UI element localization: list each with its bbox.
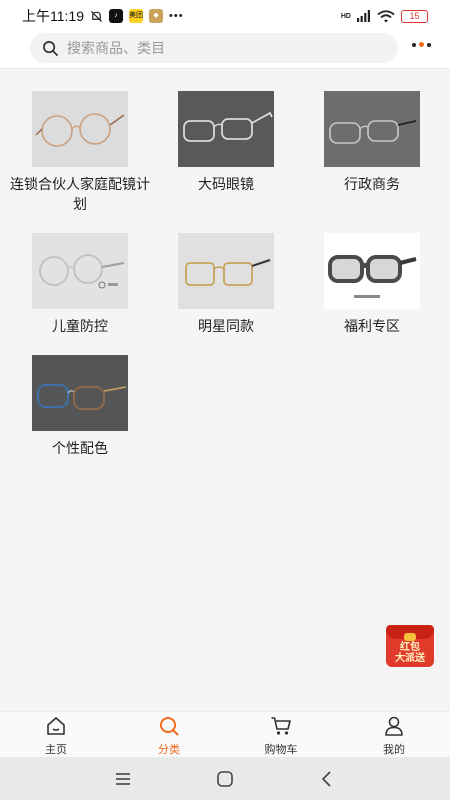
tab-label: 主页 (45, 744, 67, 756)
red-packet-badge[interactable]: 红包 大派送 (384, 621, 436, 667)
bottom-tab-bar: 主页 分类 购物车 我的 (0, 711, 450, 757)
search-icon (43, 40, 58, 56)
search-input[interactable] (67, 40, 367, 56)
silver-rimless-glasses-image (178, 91, 274, 167)
category-label: 明星同款 (198, 318, 254, 334)
kids-glasses-image (32, 233, 128, 309)
back-icon[interactable] (317, 769, 337, 789)
battery-icon: 15 (401, 9, 428, 23)
tab-home[interactable]: 主页 (16, 715, 96, 757)
menu-icon[interactable] (113, 769, 133, 789)
category-item[interactable]: 明星同款 (151, 233, 301, 336)
red-packet-line2: 大派送 (395, 653, 425, 664)
user-icon (385, 716, 403, 736)
dot-icon (419, 42, 424, 47)
home-button-icon[interactable] (215, 769, 235, 789)
category-label: 大码眼镜 (198, 176, 254, 192)
system-nav-bar (0, 757, 450, 800)
search-header (0, 32, 450, 68)
category-label: 行政商务 (344, 176, 400, 192)
category-item[interactable]: 行政商务 (297, 91, 447, 194)
header-divider (0, 68, 450, 69)
category-label: 连锁合伙人家庭配镜计划 (10, 176, 150, 212)
tab-label: 购物车 (264, 744, 298, 756)
search-bar[interactable] (30, 33, 398, 63)
more-menu-button[interactable] (412, 42, 431, 47)
cart-icon (271, 717, 291, 735)
wifi-icon (377, 9, 395, 22)
category-item[interactable]: 个性配色 (5, 355, 155, 458)
category-label: 福利专区 (344, 318, 400, 334)
round-gold-glasses-image (32, 91, 128, 167)
gold-square-glasses-image (178, 233, 274, 309)
category-item[interactable]: 连锁合伙人家庭配镜计划 (5, 91, 155, 214)
mute-icon (90, 10, 103, 22)
status-time: 上午11:19 (22, 8, 84, 24)
meituan-app-icon: 美团 (129, 9, 143, 23)
status-right: HD 15 (340, 9, 428, 23)
search-icon (160, 717, 179, 736)
tab-profile[interactable]: 我的 (354, 715, 434, 757)
more-notifications: ••• (169, 10, 184, 22)
douyin-mall-app-icon: ◆ (149, 9, 163, 23)
business-titanium-glasses-image (324, 91, 420, 167)
colorful-glasses-image (32, 355, 128, 431)
category-label: 个性配色 (52, 440, 108, 456)
status-bar: 上午11:19 ♪ 美团 ◆ ••• HD 15 (0, 0, 450, 32)
category-item[interactable]: 儿童防控 (5, 233, 155, 336)
coin-icon (404, 633, 416, 641)
network-type: HD (340, 12, 351, 20)
home-icon (47, 717, 65, 735)
dot-icon (427, 42, 431, 47)
category-item[interactable]: 大码眼镜 (151, 91, 301, 194)
tiktok-icon: ♪ (109, 9, 123, 23)
status-left: 上午11:19 ♪ 美团 ◆ ••• (22, 6, 184, 26)
signal-icon (357, 10, 370, 22)
tab-label: 我的 (383, 744, 405, 756)
red-packet-line1: 红包 (400, 642, 420, 653)
sports-glasses-image (324, 233, 420, 309)
tab-cart[interactable]: 购物车 (241, 715, 321, 757)
tab-label: 分类 (158, 744, 180, 756)
dot-icon (412, 42, 416, 47)
category-item[interactable]: 福利专区 (297, 233, 447, 336)
tab-category[interactable]: 分类 (129, 715, 209, 757)
red-packet-text: 红包 大派送 (384, 642, 436, 664)
category-label: 儿童防控 (52, 318, 108, 334)
